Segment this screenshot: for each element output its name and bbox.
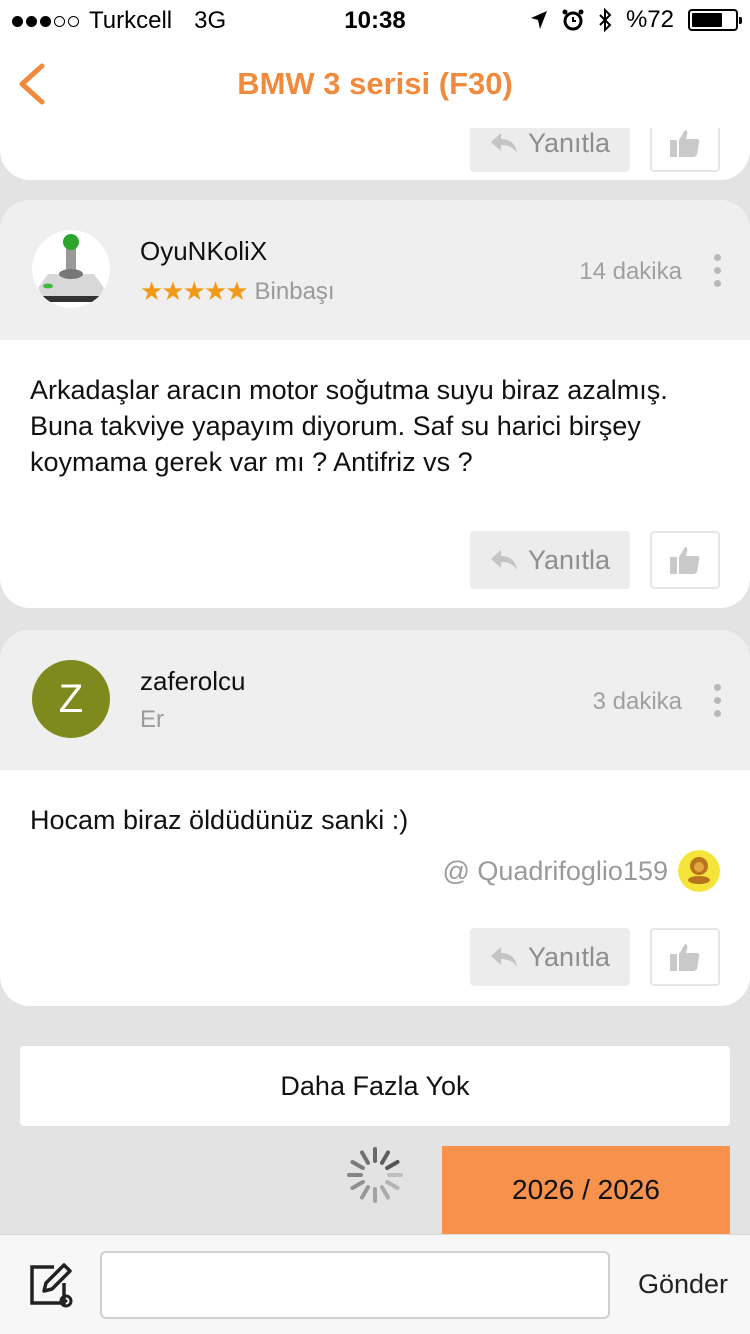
spinner-spoke xyxy=(385,1160,400,1170)
reply-button[interactable]: Yanıtla xyxy=(470,928,630,986)
spinner-spoke xyxy=(380,1150,390,1165)
reply-icon xyxy=(490,550,517,570)
location-icon xyxy=(530,11,547,29)
thumbs-up-icon xyxy=(670,547,700,574)
more-options-icon[interactable] xyxy=(714,254,722,287)
battery-fill xyxy=(692,13,723,27)
lion-avatar-icon xyxy=(678,850,720,892)
page-title: BMW 3 serisi (F30) xyxy=(237,66,513,101)
thumbs-up-icon xyxy=(670,130,700,157)
loading-spinner-icon xyxy=(347,1147,403,1203)
status-bar: Turkcell 3G 10:38 %72 xyxy=(0,0,750,40)
bluetooth-icon xyxy=(599,8,612,32)
like-button[interactable] xyxy=(650,928,720,986)
more-options-icon[interactable] xyxy=(714,684,722,717)
message-input[interactable] xyxy=(100,1251,610,1319)
battery-percent: %72 xyxy=(625,6,674,33)
rank-label: Er xyxy=(140,706,164,733)
post-actions: Yanıtla xyxy=(470,928,720,986)
quoted-user-mention[interactable]: @ Quadrifoglio159 xyxy=(442,850,720,892)
reply-icon xyxy=(490,133,517,153)
like-button[interactable] xyxy=(650,531,720,589)
post-time: 14 dakika xyxy=(579,258,682,285)
joystick-avatar-icon xyxy=(32,230,110,308)
username[interactable]: zaferolcu xyxy=(140,666,246,697)
nav-bar: BMW 3 serisi (F30) xyxy=(0,40,750,128)
post-text: Arkadaşlar aracın motor soğutma suyu bir… xyxy=(30,375,668,477)
alarm-icon xyxy=(562,9,584,31)
rating-stars: ★★★★★ xyxy=(140,276,249,306)
rank-label: Binbaşı xyxy=(254,277,335,305)
post-header: OyuNKoliX ★★★★★ Binbaşı 14 dakika xyxy=(0,200,750,340)
mention-label: @ Quadrifoglio159 xyxy=(442,855,668,886)
reply-label: Yanıtla xyxy=(527,127,611,158)
reply-button[interactable]: Yanıtla xyxy=(470,531,630,589)
avatar[interactable] xyxy=(32,230,110,308)
no-more-button[interactable]: Daha Fazla Yok xyxy=(20,1046,730,1126)
spinner-spoke xyxy=(350,1180,365,1190)
spinner-spoke xyxy=(385,1180,400,1190)
post-header: Z zaferolcu Er 3 dakika xyxy=(0,630,750,770)
username[interactable]: OyuNKoliX xyxy=(140,236,267,267)
send-button[interactable]: Gönder xyxy=(638,1269,728,1300)
user-rank: Er xyxy=(140,706,164,734)
spinner-spoke xyxy=(360,1150,370,1165)
spinner-spoke xyxy=(360,1185,370,1200)
status-right: %72 xyxy=(530,6,742,34)
reply-label: Yanıtla xyxy=(527,544,611,575)
post-actions: Yanıtla xyxy=(470,531,720,589)
thumbs-up-icon xyxy=(670,944,700,971)
post-time: 3 dakika xyxy=(592,688,682,715)
post-card: Z zaferolcu Er 3 dakika Hocam biraz öldü… xyxy=(0,630,750,1006)
spinner-spoke xyxy=(350,1160,365,1170)
user-rank: ★★★★★ Binbaşı xyxy=(140,276,335,307)
page-counter-badge[interactable]: 2026 / 2026 xyxy=(442,1146,730,1234)
composer-bar: Gönder xyxy=(0,1234,750,1334)
post-card: OyuNKoliX ★★★★★ Binbaşı 14 dakika Arkada… xyxy=(0,200,750,608)
reply-label: Yanıtla xyxy=(527,941,611,972)
mention-avatar xyxy=(678,850,720,892)
spinner-spoke xyxy=(380,1185,390,1200)
compose-settings-icon[interactable] xyxy=(24,1259,76,1311)
post-text: Hocam biraz öldüdünüz sanki :) xyxy=(30,805,409,835)
battery-icon xyxy=(688,9,742,31)
reply-icon xyxy=(490,947,517,967)
avatar[interactable]: Z xyxy=(32,660,110,738)
